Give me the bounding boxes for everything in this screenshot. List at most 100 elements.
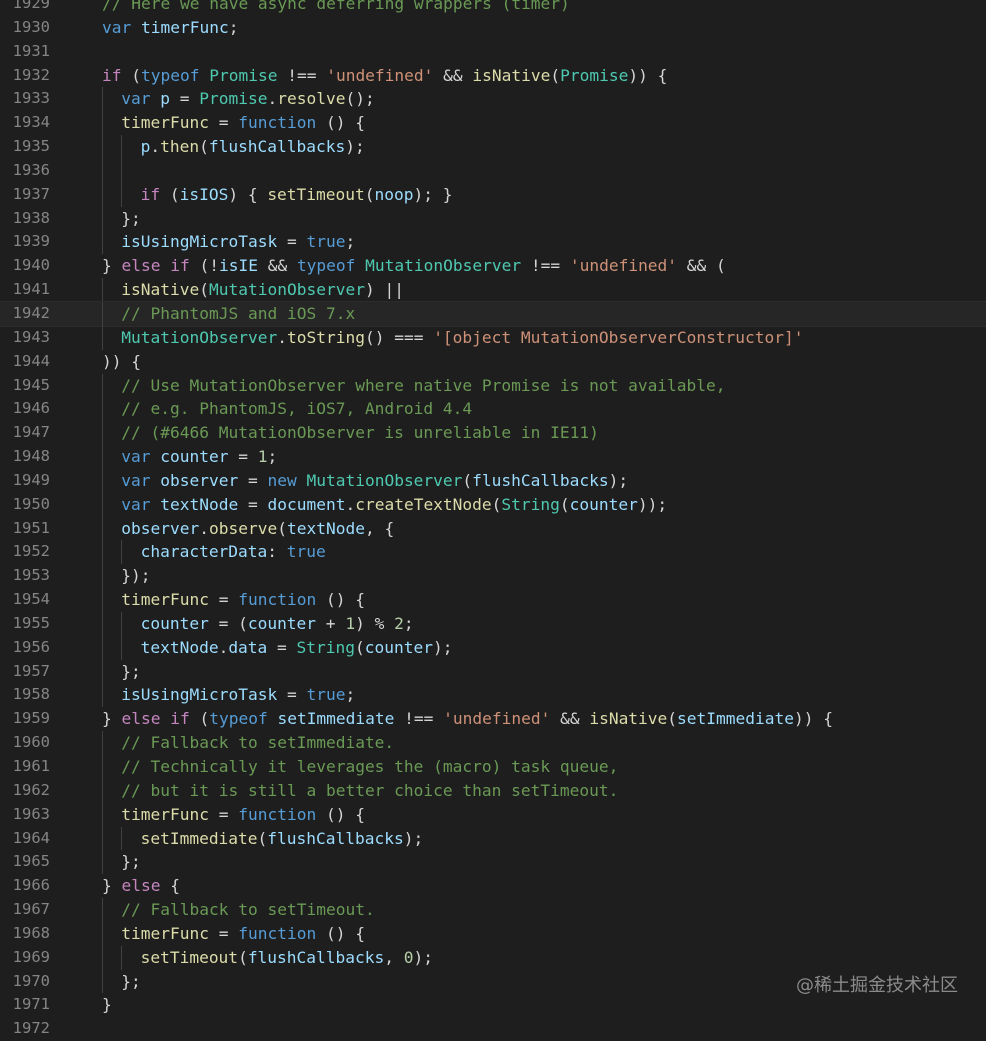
code-line[interactable]: 1951 observer.observe(textNode, { [0, 516, 986, 541]
code-line[interactable]: 1956 textNode.data = String(counter); [0, 635, 986, 660]
code-token: timerFunc [121, 804, 210, 824]
line-number: 1946 [12, 399, 50, 418]
code-token: = [208, 613, 239, 633]
code-line[interactable]: 1971} [0, 993, 986, 1017]
code-line[interactable]: 1944)) { [0, 350, 986, 374]
code-line[interactable]: 1962 // but it is still a better choice t… [0, 778, 986, 803]
code-line[interactable]: 1946 // e.g. PhantomJS, iOS7, Android 4.4 [0, 397, 986, 422]
code-line[interactable]: 1947 // (#6466 MutationObserver is unreli… [0, 421, 986, 446]
code-line[interactable]: 1960 // Fallback to setImmediate. [0, 731, 986, 755]
code-line[interactable]: 1952 characterData: true [0, 540, 986, 565]
code-line[interactable]: 1969 setTimeout(flushCallbacks, 0); [0, 945, 986, 970]
code-line[interactable]: 1959} else if (typeof setImmediate !== '… [0, 707, 986, 731]
code-line[interactable]: 1955 counter = (counter + 1) % 2; [0, 611, 986, 636]
code-token: = [238, 494, 268, 514]
code-line[interactable]: 1942 // PhantomJS and iOS 7.x [0, 300, 986, 327]
code-token: Promise [209, 65, 278, 85]
line-number: 1963 [12, 804, 50, 823]
code-token: toString [286, 327, 365, 347]
code-text: var p = Promise.resolve(); [121, 87, 374, 111]
code-line[interactable]: 1932 if (typeof Promise !== 'undefined' &… [0, 64, 986, 88]
code-line[interactable]: 1936 [0, 158, 986, 183]
code-token: observer [121, 518, 200, 538]
code-line[interactable]: 1943 MutationObserver.toString() === '[ob… [0, 325, 986, 350]
code-token: ( [169, 184, 180, 204]
code-token: ) [364, 280, 385, 300]
code-line[interactable]: 1958 isUsingMicroTask = true; [0, 683, 986, 708]
code-line[interactable]: 1930 var timerFunc; [0, 16, 986, 40]
code-line[interactable]: 1954 timerFunc = function () { [0, 588, 986, 612]
code-token: () { [325, 113, 365, 133]
code-line[interactable]: 1940} else if (!isIE && typeof MutationO… [0, 254, 986, 278]
code-token: . [345, 494, 356, 514]
code-token: . [218, 637, 229, 657]
code-token: isIOS [179, 184, 229, 204]
code-line[interactable]: 1935 p.then(flushCallbacks); [0, 135, 986, 159]
code-token: String [296, 637, 356, 657]
code-token: ); [403, 828, 424, 848]
code-text: var textNode = document.createTextNode(S… [121, 493, 667, 517]
line-number: 1932 [12, 65, 50, 84]
code-token: '[object MutationObserverConstructor]' [433, 327, 804, 347]
code-text: } else if (typeof setImmediate !== 'unde… [102, 707, 833, 731]
line-number: 1951 [12, 518, 50, 537]
code-line[interactable]: 1929 // Here we have async deferring wrap… [0, 0, 986, 16]
code-token: Promise [560, 65, 629, 85]
code-line[interactable]: 1941 isNative(MutationObserver) || [0, 278, 986, 302]
code-line[interactable]: 1937 if (isIOS) { setTimeout(noop); } [0, 182, 986, 207]
code-text: p.then(flushCallbacks); [141, 135, 365, 159]
code-token: counter [247, 613, 317, 633]
code-token: flushCallbacks [208, 137, 346, 157]
code-token: ; [345, 232, 356, 252]
code-line[interactable]: 1938}; [0, 206, 986, 231]
code-line[interactable]: 1939 isUsingMicroTask = true; [0, 230, 986, 255]
code-line[interactable]: 1968 timerFunc = function () { [0, 921, 986, 946]
code-line[interactable]: 1964 setImmediate(flushCallbacks); [0, 826, 986, 851]
code-token: // Technically it leverages the (macro) … [121, 757, 619, 776]
code-line[interactable]: 1967 // Fallback to setTimeout. [0, 898, 986, 922]
code-token: MutationObserver [121, 327, 278, 347]
code-token: () { [325, 923, 365, 943]
code-text: timerFunc = function () { [121, 588, 365, 612]
code-token: // e.g. PhantomJS, iOS7, Android 4.4 [121, 399, 473, 419]
code-line[interactable]: 1948 var counter = 1; [0, 445, 986, 469]
code-editor[interactable]: 1929 // Here we have async deferring wrap… [0, 0, 986, 1041]
code-line[interactable]: 1949 var observer = new MutationObserver(… [0, 468, 986, 493]
code-line[interactable]: 1950 var textNode = document.createTextNo… [0, 492, 986, 517]
line-number: 1955 [12, 613, 50, 632]
code-line[interactable]: 1953}); [0, 564, 986, 589]
code-line[interactable]: 1945 // Use MutationObserver where native… [0, 373, 986, 398]
code-line[interactable]: 1931 [0, 40, 986, 64]
code-text: }; [121, 660, 141, 684]
indent-guide [121, 158, 123, 183]
code-text: setImmediate(flushCallbacks); [141, 827, 424, 851]
code-text: MutationObserver.toString() === '[object… [121, 326, 803, 350]
code-token: var [102, 17, 141, 37]
code-token: && [550, 709, 590, 729]
code-line[interactable]: 1934 timerFunc = function () { [0, 111, 986, 136]
code-token: } [102, 709, 122, 729]
indent-guide [121, 540, 123, 565]
code-token: ( [462, 470, 473, 490]
code-line[interactable]: 1933 var p = Promise.resolve(); [0, 87, 986, 112]
code-line[interactable]: 1966} else { [0, 874, 986, 898]
code-token: 0 [403, 947, 414, 967]
line-number: 1948 [12, 447, 50, 466]
code-line[interactable]: 1972 [0, 1017, 986, 1041]
code-line[interactable]: 1957}; [0, 659, 986, 684]
indent-guide [102, 540, 103, 565]
code-token: , [384, 947, 404, 967]
line-number: 1939 [12, 232, 50, 251]
code-line[interactable]: 1965}; [0, 850, 986, 875]
code-token: % [374, 613, 395, 633]
code-line[interactable]: 1961 // Technically it leverages the (mac… [0, 755, 986, 779]
code-token: ( [364, 184, 375, 204]
indent-guide [102, 301, 103, 326]
code-token: }; [121, 852, 141, 872]
code-token: isNative [121, 280, 200, 300]
code-token: then [160, 137, 200, 157]
code-line[interactable]: 1963 timerFunc = function () { [0, 802, 986, 827]
code-token: function [238, 923, 326, 943]
code-text: var observer = new MutationObserver(flus… [121, 469, 628, 493]
indent-guide [102, 850, 103, 875]
